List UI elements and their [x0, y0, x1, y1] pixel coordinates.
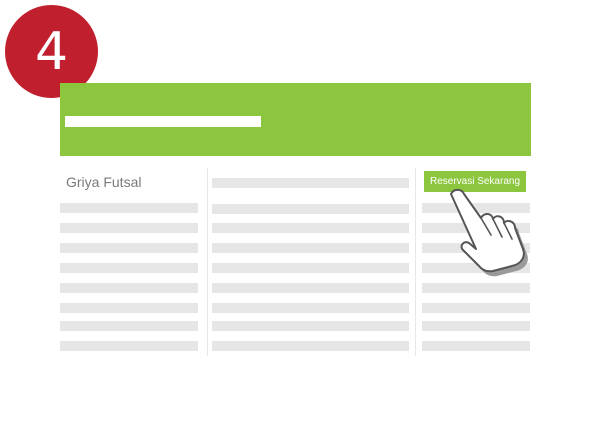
- column-divider: [415, 168, 416, 356]
- placeholder-line: [60, 263, 198, 273]
- placeholder-line: [60, 283, 198, 293]
- placeholder-line: [60, 243, 198, 253]
- venue-name: Griya Futsal: [66, 174, 142, 190]
- placeholder-line: [422, 283, 530, 293]
- placeholder-line: [60, 203, 198, 213]
- placeholder-line: [212, 204, 409, 214]
- placeholder-line: [422, 341, 530, 351]
- step-number: 4: [34, 21, 69, 82]
- placeholder-line: [422, 303, 530, 313]
- placeholder-line: [212, 283, 409, 293]
- placeholder-line: [60, 321, 198, 331]
- placeholder-line: [212, 341, 409, 351]
- placeholder-line: [212, 223, 409, 233]
- header-banner: [60, 83, 531, 156]
- placeholder-line: [60, 341, 198, 351]
- placeholder-line: [212, 243, 409, 253]
- placeholder-line: [212, 303, 409, 313]
- placeholder-line: [422, 321, 530, 331]
- column-divider: [207, 168, 208, 356]
- hand-pointer-icon: [450, 188, 528, 277]
- placeholder-line: [212, 178, 409, 188]
- placeholder-line: [212, 321, 409, 331]
- placeholder-line: [212, 263, 409, 273]
- placeholder-line: [60, 223, 198, 233]
- placeholder-line: [60, 303, 198, 313]
- header-placeholder-bar: [65, 116, 261, 127]
